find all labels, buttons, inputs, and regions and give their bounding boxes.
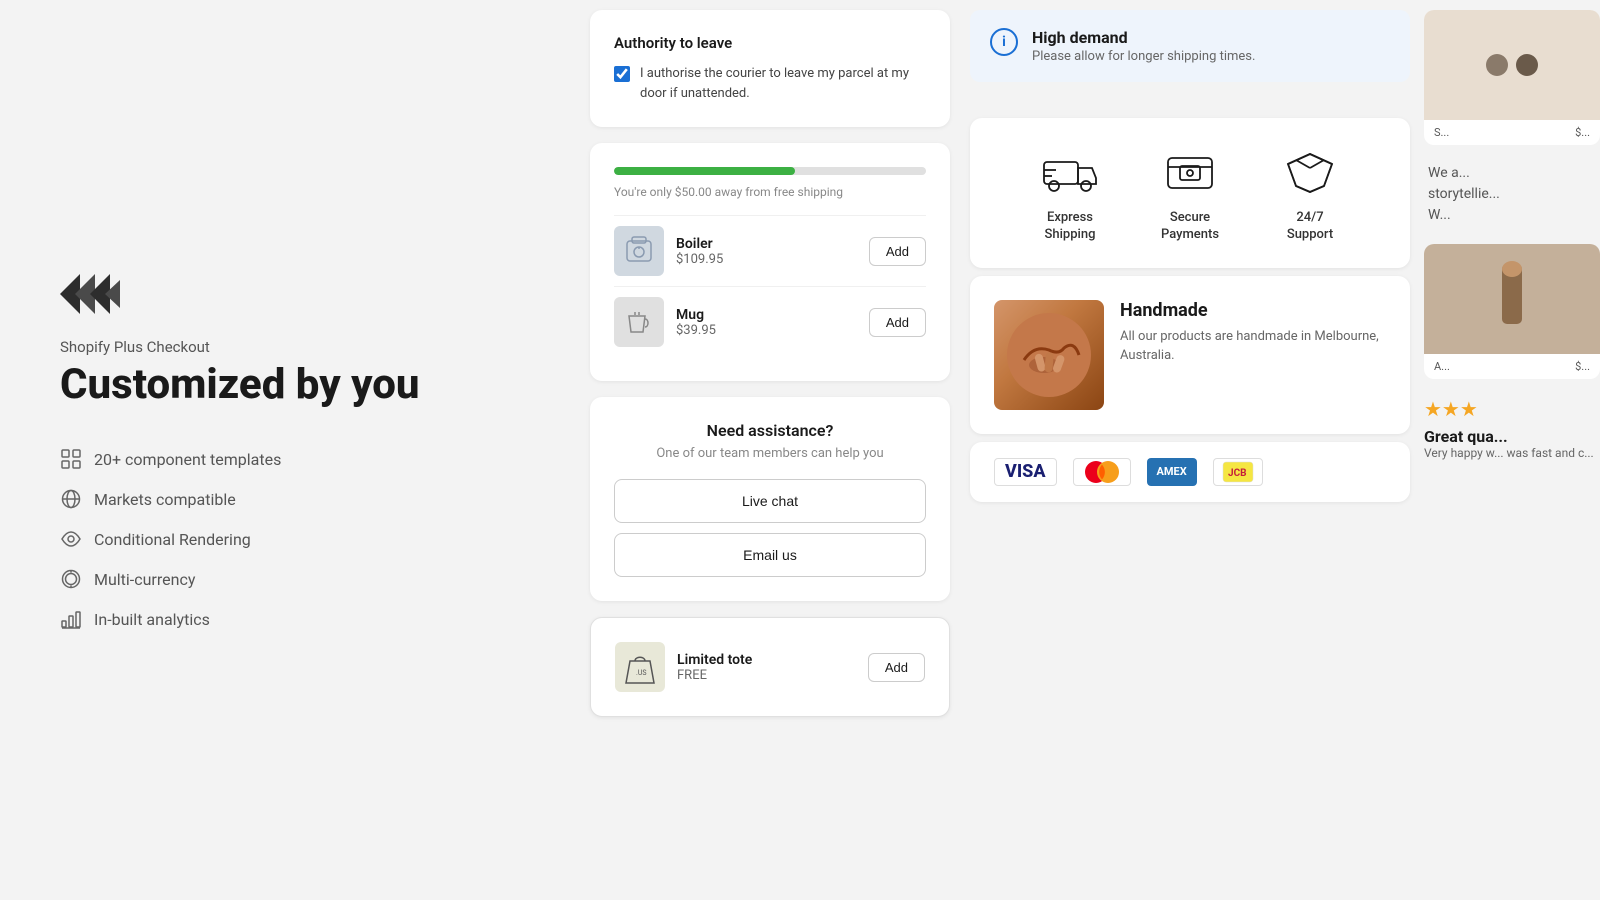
far-right-price-2: $... [1575,360,1590,373]
shipping-progress-card: You're only $50.00 away from free shippi… [590,143,950,381]
far-right-image-bottom: A... $... [1424,244,1600,379]
handmade-card: Handmade All our products are handmade i… [970,276,1410,434]
boiler-image [614,226,664,276]
feature-templates: 20+ component templates [60,448,520,470]
center-panel: Authority to leave I authorise the couri… [580,0,960,900]
assistance-subtitle: One of our team members can help you [614,446,926,461]
tote-add-button[interactable]: Add [868,653,925,682]
support-icon [1280,142,1340,202]
express-shipping-label: ExpressShipping [1045,210,1096,244]
testimonial-stars: ★★★ [1424,397,1600,421]
boiler-info: Boiler $109.95 [676,236,857,267]
far-right-label-1: S... [1434,126,1449,139]
high-demand-title: High demand [1032,28,1255,47]
brand-label: Shopify Plus Checkout [60,338,520,356]
feature-list: 20+ component templates Markets compatib… [60,448,520,630]
support-label: 24/7Support [1287,210,1333,244]
boiler-add-button[interactable]: Add [869,237,926,266]
brand-logo [60,270,120,318]
far-right-price-1: $... [1575,126,1590,139]
visa-icon: VISA [994,458,1057,486]
chart-icon [60,608,82,630]
feature-markets-label: Markets compatible [94,490,236,509]
far-right-image-top: S... $... [1424,10,1600,145]
tote-row: .US Limited tote FREE Add [615,642,925,692]
eye-icon [60,528,82,550]
progress-bar-fill [614,167,795,175]
assistance-title: Need assistance? [614,421,926,440]
left-panel: Shopify Plus Checkout Customized by you … [0,0,580,900]
handmade-subtitle: All our products are handmade in Melbour… [1120,327,1386,366]
feature-currency: Multi-currency [60,568,520,590]
handmade-title: Handmade [1120,300,1386,321]
secure-payments-item: SecurePayments [1160,142,1220,244]
feature-markets: Markets compatible [60,488,520,510]
handmade-content: Handmade All our products are handmade i… [1120,300,1386,366]
mug-price: $39.95 [676,323,857,338]
far-right-img-1 [1424,10,1600,120]
payment-card: VISA AMEX JCB [970,442,1410,502]
tote-name: Limited tote [677,652,856,668]
amex-icon: AMEX [1147,458,1197,486]
email-us-button[interactable]: Email us [614,533,926,577]
authority-card: Authority to leave I authorise the couri… [590,10,950,127]
high-demand-info: High demand Please allow for longer ship… [1032,28,1255,64]
authority-checkbox-label: I authorise the courier to leave my parc… [640,64,926,103]
secure-payments-icon [1160,142,1220,202]
boiler-name: Boiler [676,236,857,252]
we-are-text: We a...storytellie...W... [1424,153,1600,236]
far-right-label-2: A... [1434,360,1450,373]
express-shipping-item: ExpressShipping [1040,142,1100,244]
grid-icon [60,448,82,470]
express-shipping-icon [1040,142,1100,202]
mug-image [614,297,664,347]
authority-checkbox[interactable] [614,66,630,82]
handmade-image [994,300,1104,410]
other-payment-icon: JCB [1213,458,1263,486]
testimonial-subtitle: Very happy w... was fast and c... [1424,446,1600,460]
tote-image: .US [615,642,665,692]
support-item: 24/7Support [1280,142,1340,244]
secure-payments-label: SecurePayments [1161,210,1219,244]
live-chat-button[interactable]: Live chat [614,479,926,523]
tote-info: Limited tote FREE [677,652,856,683]
progress-text: You're only $50.00 away from free shippi… [614,185,926,199]
mug-info: Mug $39.95 [676,307,857,338]
testimonial-title: Great qua... [1424,427,1600,446]
authority-title: Authority to leave [614,34,926,52]
feature-conditional-label: Conditional Rendering [94,530,251,549]
shipping-features-card: ExpressShipping SecurePayments [970,118,1410,268]
feature-templates-label: 20+ component templates [94,450,281,469]
feature-currency-label: Multi-currency [94,570,195,589]
assistance-card: Need assistance? One of our team members… [590,397,950,601]
progress-bar-container [614,167,926,175]
high-demand-subtitle: Please allow for longer shipping times. [1032,49,1255,64]
brand-title: Customized by you [60,362,520,408]
product-row-boiler: Boiler $109.95 Add [614,215,926,286]
feature-analytics: In-built analytics [60,608,520,630]
product-row-mug: Mug $39.95 Add [614,286,926,357]
info-icon: i [990,28,1018,56]
feature-analytics-label: In-built analytics [94,610,210,629]
authority-checkbox-row: I authorise the courier to leave my parc… [614,64,926,103]
far-right-panel: S... $... We a...storytellie...W... A...… [1420,0,1600,900]
boiler-price: $109.95 [676,252,857,267]
tote-price: FREE [677,668,856,683]
svg-text:.US: .US [636,669,647,677]
currency-icon [60,568,82,590]
tote-card: .US Limited tote FREE Add [590,617,950,717]
globe-icon [60,488,82,510]
far-right-img-2 [1424,244,1600,354]
testimonial-area: ★★★ Great qua... Very happy w... was fas… [1424,387,1600,470]
svg-text:JCB: JCB [1228,468,1247,479]
mug-add-button[interactable]: Add [869,308,926,337]
mug-name: Mug [676,307,857,323]
feature-conditional: Conditional Rendering [60,528,520,550]
high-demand-card: i High demand Please allow for longer sh… [970,10,1410,82]
right-panel: i High demand Please allow for longer sh… [960,0,1420,900]
mastercard-icon [1073,458,1131,486]
